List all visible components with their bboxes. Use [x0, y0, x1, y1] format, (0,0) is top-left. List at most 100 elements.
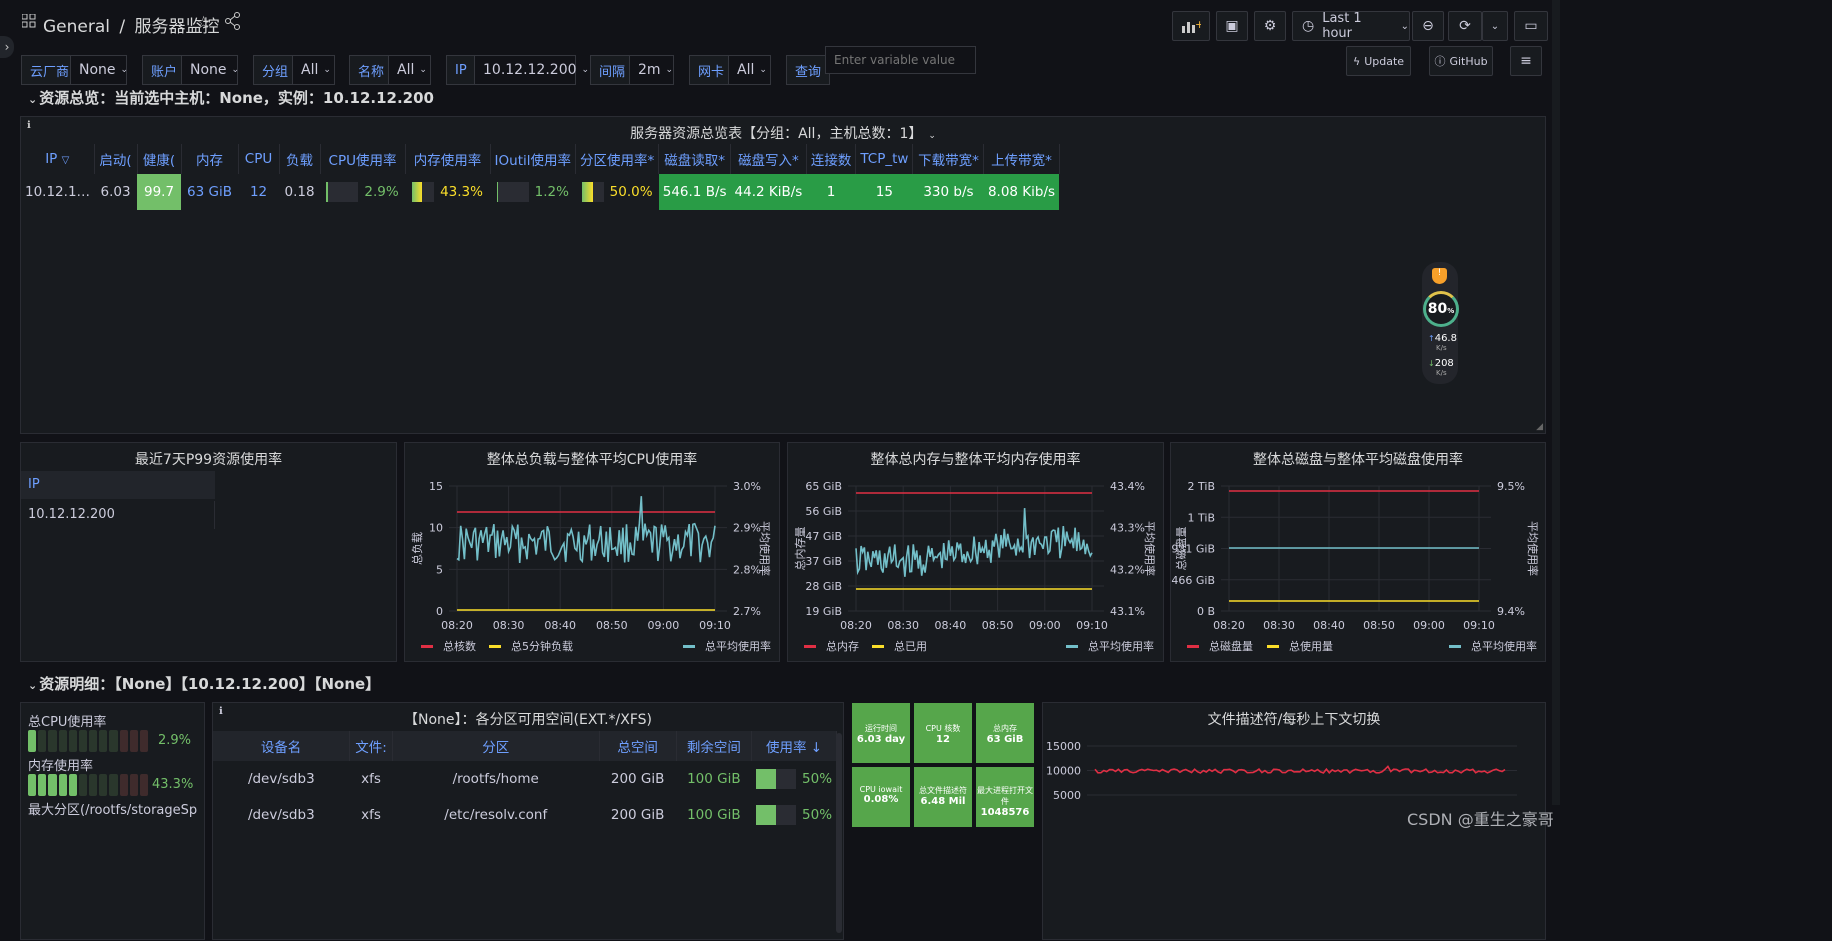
stat-tile-cpu-cores[interactable]: CPU 核数 12	[914, 703, 972, 763]
y2-axis-label: 平均使用率	[1143, 521, 1157, 576]
col-fs[interactable]: 文件:	[349, 731, 393, 761]
apps-grid-icon[interactable]	[21, 13, 36, 28]
lightning-icon: ϟ	[1352, 54, 1361, 68]
time-picker[interactable]: ◷ Last 1 hour ⌄	[1292, 11, 1410, 41]
gauge-segment	[48, 730, 57, 752]
col-cpu[interactable]: CPU	[238, 144, 280, 174]
partitions-table: 设备名 文件: 分区 总空间 剩余空间 使用率 ↓ /dev/sdb3 xfs …	[213, 731, 837, 833]
y2-tick-label: 43.4%	[1110, 480, 1145, 493]
col-disk-read[interactable]: 磁盘读取*	[658, 144, 732, 174]
part-gauge-label: 最大分区(/rootfs/storageSp	[28, 803, 198, 818]
page-scrollbar[interactable]	[1552, 0, 1560, 805]
col-tcp-tw[interactable]: TCP_tw	[855, 144, 914, 174]
y2-tick-label: 43.3%	[1110, 522, 1145, 535]
menu-button[interactable]: ≡	[1510, 46, 1542, 76]
col-total[interactable]: 总空间	[599, 731, 677, 761]
legend-swatch	[489, 645, 501, 648]
stat-tile-uptime[interactable]: 运行时间 6.03 day	[852, 703, 910, 763]
gauge-segment	[89, 730, 98, 752]
gauge-segment	[68, 774, 77, 796]
row-title-overview[interactable]: ⌄ 资源总览：当前选中主机：None，实例：10.12.12.200	[28, 87, 434, 108]
col-load[interactable]: 负载	[279, 144, 321, 174]
x-tick-label: 08:30	[493, 619, 525, 632]
col-part-usage[interactable]: 分区使用率*	[575, 144, 660, 174]
col-free[interactable]: 剩余空间	[676, 731, 753, 761]
scrollbar[interactable]	[836, 733, 842, 933]
breadcrumb-home[interactable]: General	[43, 17, 110, 37]
col-io-usage[interactable]: IOutil使用率	[490, 144, 577, 174]
legend-label: 总平均使用率	[1471, 639, 1537, 653]
settings-button[interactable]: ⚙	[1254, 11, 1286, 41]
gauge-segment	[78, 774, 88, 796]
col-mem-usage[interactable]: 内存使用率	[405, 144, 491, 174]
filter-icon[interactable]: ▽	[62, 155, 70, 166]
col-device[interactable]: 设备名	[213, 731, 351, 761]
y-tick-label: 37 GiB	[805, 555, 842, 568]
y2-axis-label: 平均使用率	[1526, 521, 1540, 576]
y-tick-label: 5000	[1053, 789, 1081, 802]
resize-handle[interactable]: ◢	[1536, 422, 1543, 432]
cell-mem-usage: 43.3%	[405, 174, 490, 210]
y2-axis-label: 平均使用率	[758, 521, 772, 576]
cell-ip[interactable]: 10.12.1…	[21, 174, 94, 210]
var-select-nic[interactable]: All ⌄	[728, 55, 771, 85]
stat-tile-fd[interactable]: 总文件描述符 6.48 Mil	[914, 767, 972, 827]
var-select-account[interactable]: None ⌄	[181, 55, 239, 85]
y-tick-label: 2 TiB	[1188, 480, 1215, 493]
zoom-out-button[interactable]: ⊖	[1412, 11, 1444, 41]
table-row[interactable]: /dev/sdb3 xfs /rootfs/home 200 GiB 100 G…	[213, 761, 837, 797]
tv-mode-button[interactable]: ▭	[1514, 11, 1548, 41]
partitions-title[interactable]: 【None】：各分区可用空间(EXT.*/XFS)	[213, 709, 843, 729]
table-row[interactable]: /dev/sdb3 xfs /etc/resolv.conf 200 GiB 1…	[213, 797, 837, 833]
var-select-name[interactable]: All ⌄	[388, 55, 431, 85]
refresh-button[interactable]: ⟳	[1448, 11, 1482, 41]
stat-tile-total-mem[interactable]: 总内存 63 GiB	[976, 703, 1034, 763]
col-conns[interactable]: 连接数	[806, 144, 857, 174]
cell-cpu-usage: 2.9%	[320, 174, 405, 210]
github-link[interactable]: ⓘ GitHub	[1429, 46, 1493, 76]
col-mount[interactable]: 分区	[392, 731, 600, 761]
col-cpu-usage[interactable]: CPU使用率	[320, 144, 406, 174]
stat-tile-max-open[interactable]: 最大进程打开文件 1048576	[976, 767, 1034, 827]
p99-title[interactable]: 最近7天P99资源使用率	[21, 449, 396, 469]
col-disk-write[interactable]: 磁盘写入*	[730, 144, 807, 174]
y-tick-label: 28 GiB	[805, 580, 842, 593]
query-input[interactable]	[825, 46, 976, 74]
var-select-cloud[interactable]: None ⌄	[70, 55, 128, 85]
p99-row[interactable]: 10.12.12.200	[21, 501, 215, 529]
var-select-ip[interactable]: 10.12.12.200 ⌄	[474, 55, 589, 85]
var-select-interval[interactable]: 2m ⌄	[629, 55, 674, 85]
col-down[interactable]: 下载带宽*	[912, 144, 985, 174]
col-pct[interactable]: 使用率 ↓	[751, 731, 837, 761]
cell-up: 8.08 Kib/s	[983, 174, 1060, 210]
table-row[interactable]: 10.12.1… 6.03 99.7 63 GiB 12 0.18 2.9% 4…	[21, 174, 1060, 210]
star-icon[interactable]: ☆	[196, 13, 211, 33]
legend-label: 总核数	[443, 639, 476, 653]
col-health[interactable]: 健康(	[137, 144, 182, 174]
cell-device: /dev/sdb3	[247, 807, 315, 823]
save-button[interactable]: ▣	[1216, 11, 1248, 41]
legend-swatch	[1066, 645, 1078, 648]
series-line-2	[456, 496, 716, 564]
row-title-detail[interactable]: ⌄ 资源明细：【None】【10.12.12.200】【None】	[28, 673, 380, 694]
breadcrumb-sep: /	[119, 17, 126, 37]
stat-tile-iowait[interactable]: CPU iowait 0.08%	[852, 767, 910, 827]
col-up[interactable]: 上传带宽*	[983, 144, 1060, 174]
update-button[interactable]: ϟ Update	[1346, 46, 1411, 76]
col-ip[interactable]: IP ▽	[21, 144, 95, 174]
mem-gauge-label: 内存使用率	[28, 759, 94, 774]
gauge-segment	[129, 774, 138, 796]
add-panel-button[interactable]: +	[1172, 11, 1210, 41]
overview-table: IP ▽ 启动( 健康( 内存 CPU 负载 CPU使用率 内存使用率 IOut…	[21, 144, 1060, 210]
net-speed-widget[interactable]: ! 80% ↑46.8 K/s ↓208 K/s	[1422, 262, 1459, 384]
share-icon[interactable]	[225, 12, 241, 34]
refresh-interval-button[interactable]: ⌄	[1482, 11, 1508, 41]
overview-title[interactable]: 服务器资源总览表【分组：All，主机总数：1】 ⌄	[21, 123, 1545, 143]
hamburger-icon: ≡	[1520, 53, 1532, 69]
col-uptime[interactable]: 启动(	[94, 144, 138, 174]
cell-cpu: 12	[249, 184, 268, 200]
gauge-segment	[58, 730, 67, 752]
col-mem[interactable]: 内存	[181, 144, 239, 174]
var-select-group[interactable]: All ⌄	[292, 55, 335, 85]
sidebar-toggle[interactable]: ›	[0, 36, 14, 58]
